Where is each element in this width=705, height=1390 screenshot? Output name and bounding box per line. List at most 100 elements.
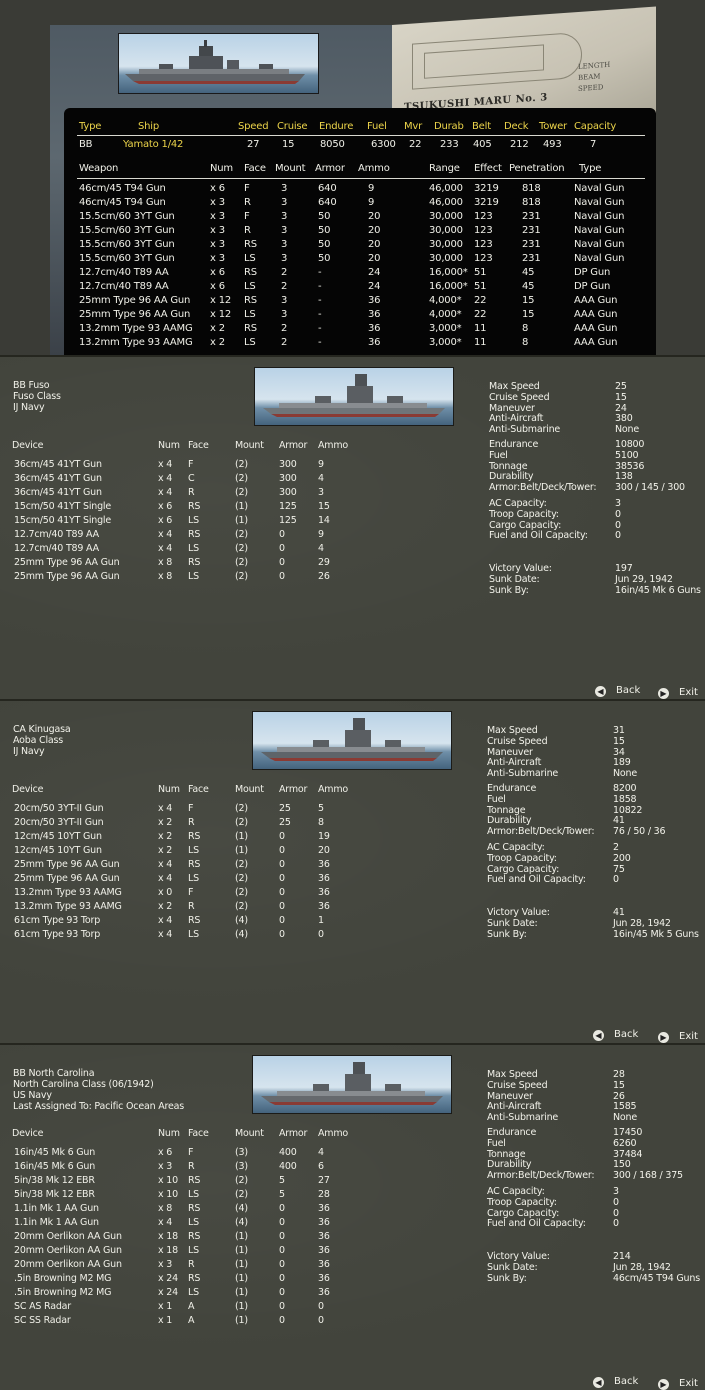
stat-label-troop-capacity: Troop Capacity: [489,508,559,520]
stat-value-anti-aircraft: 189 [613,757,631,769]
exit-button[interactable]: ▶ Exit [658,687,698,699]
back-button[interactable]: ◀ Back [595,685,640,697]
ship-summary-row: BB Yamato 1/42 27 15 8050 6300 22 233 40… [79,139,597,150]
back-arrow-icon: ◀ [593,1030,604,1041]
stat-label-ac-capacity: AC Capacity: [487,1186,545,1197]
exit-label: Exit [679,687,698,698]
stat-label-maneuver: Maneuver [489,402,535,414]
stat-label-fuel-oil-capacity: Fuel and Oil Capacity: [487,1218,586,1230]
stat-label-cruise-speed: Cruise Speed [487,735,548,747]
warship-silhouette-icon [263,374,445,417]
ship-info-line: BB Fuso [13,380,50,391]
back-label: Back [616,685,641,696]
stat-value-durability: 138 [615,471,633,483]
stat-label-durability: Durability [487,1159,532,1171]
stat-value-cruise-speed: 15 [613,1079,625,1091]
stat-label-victory-value: Victory Value: [489,563,552,574]
stat-value-troop-capacity: 200 [613,852,631,864]
stat-value-anti-aircraft: 380 [615,413,633,425]
stat-value-ac-capacity: 2 [613,842,619,853]
stat-value-tonnage: 38536 [615,460,645,472]
stat-value-armor: 76 / 50 / 36 [613,826,666,838]
ship-info: BB Fuso Fuso Class IJ Navy [13,380,61,413]
stat-label-anti-submarine: Anti-Submarine [487,1112,559,1124]
stat-value-sunk-date: Jun 28, 1942 [613,1261,671,1273]
stat-value-anti-submarine: None [613,1112,637,1124]
top-ship-sheet: TSUKUSHI MARU No. 3 LENGTH BEAM SPEED Type… [0,0,705,355]
ship-header-row: Type Ship Speed Cruise Endure Fuel Mvr D… [79,121,617,132]
ship-panel: BB North Carolina North Carolina Class (0… [0,1043,705,1390]
stat-label-cruise-speed: Cruise Speed [487,1079,548,1091]
stat-label-tonnage: Tonnage [487,1148,526,1160]
stat-label-anti-submarine: Anti-Submarine [487,768,559,780]
exit-label: Exit [679,1378,698,1389]
weapon-row: 46cm/45 T94 Gun x 6 F 3 640 9 46,000 3219 818 Nav… [79,183,625,194]
stat-label-cargo-capacity: Cargo Capacity: [487,1207,560,1219]
ship-info-line: Fuso Class [13,391,61,402]
ship-info-line: North Carolina Class (06/1942) [13,1079,154,1090]
exit-button[interactable]: ▶ Exit [658,1378,698,1390]
stat-value-anti-submarine: None [615,424,639,436]
stat-value-endurance: 17450 [613,1127,643,1138]
stat-value-endurance: 8200 [613,783,637,794]
stat-value-max-speed: 28 [613,1069,625,1080]
stat-label-anti-aircraft: Anti-Aircraft [487,757,542,769]
exit-button[interactable]: ▶ Exit [658,1031,698,1043]
stat-label-armor: Armor:Belt/Deck/Tower: [487,826,595,838]
stat-value-victory-value: 197 [615,563,633,574]
weapon-header-row: Weapon Num Face Mount Armor Ammo Range E… [79,163,602,174]
stat-value-cargo-capacity: 0 [615,519,621,531]
stat-value-fuel: 6260 [613,1137,637,1149]
stat-label-anti-aircraft: Anti-Aircraft [489,413,544,425]
ship-data-sheet: Type Ship Speed Cruise Endure Fuel Mvr D… [64,108,656,355]
stat-value-durability: 41 [613,815,625,827]
stat-value-sunk-by: 16in/45 Mk 6 Guns [615,584,701,596]
weapon-row: 25mm Type 96 AA Gun x 12 RS 3-36 4,000* 22 15 A… [79,295,618,306]
weapon-row: 13.2mm Type 93 AAMG x 2 RS 2-36 3,000* 11 8 AAA… [79,323,618,334]
back-button[interactable]: ◀ Back [593,1029,638,1041]
stat-label-troop-capacity: Troop Capacity: [487,852,557,864]
back-button[interactable]: ◀ Back [593,1376,638,1388]
stat-label-sunk-by: Sunk By: [487,928,527,940]
stat-label-armor: Armor:Belt/Deck/Tower: [487,1170,595,1182]
stat-label-fuel: Fuel [487,1137,506,1149]
stat-label-ac-capacity: AC Capacity: [487,842,545,853]
stat-value-troop-capacity: 0 [613,1196,619,1208]
stat-label-sunk-date: Sunk Date: [487,1261,538,1273]
weapon-row: 13.2mm Type 93 AAMG x 2 LS 2-36 3,000* 11 8 AAA… [79,337,618,348]
stat-value-sunk-by: 16in/45 Mk 5 Guns [613,928,699,940]
stat-label-endurance: Endurance [489,439,539,450]
stat-label-fuel-oil-capacity: Fuel and Oil Capacity: [487,874,586,886]
stat-value-fuel: 1858 [613,793,637,805]
stat-label-endurance: Endurance [487,783,537,794]
stat-label-ac-capacity: AC Capacity: [489,498,547,509]
weapon-row: 12.7cm/40 T89 AA x 6 RS 2-24 16,000* 51 45 DP G… [79,267,611,278]
stat-value-sunk-date: Jun 28, 1942 [613,917,671,929]
stat-label-sunk-by: Sunk By: [487,1272,527,1284]
yamato-thumbnail [118,33,319,94]
ship-thumbnail [252,1055,452,1114]
warship-silhouette-icon [261,718,443,761]
stat-value-anti-aircraft: 1585 [613,1101,637,1113]
exit-arrow-icon: ▶ [658,688,669,699]
stat-value-anti-submarine: None [613,768,637,780]
exit-arrow-icon: ▶ [658,1032,669,1043]
stat-label-sunk-date: Sunk Date: [489,573,540,585]
ship-info-line: Aoba Class [13,735,64,746]
ship-info-line: US Navy [13,1090,52,1101]
back-arrow-icon: ◀ [595,686,606,697]
stat-value-armor: 300 / 145 / 300 [615,482,685,494]
weapon-row: 12.7cm/40 T89 AA x 6 LS 2-24 16,000* 51 45 DP G… [79,281,611,292]
weapon-header-divider [77,178,645,179]
ship-info-line: IJ Navy [13,746,45,757]
header-divider [77,135,645,136]
stat-value-ac-capacity: 3 [615,498,621,509]
stat-value-maneuver: 24 [615,402,627,414]
weapon-row: 25mm Type 96 AA Gun x 12 LS 3-36 4,000* 22 15 A… [79,309,618,320]
stat-value-max-speed: 31 [613,725,625,736]
weapon-row: 15.5cm/60 3YT Gun x 3 R 3 50 20 30,000 123 231 Na… [79,225,625,236]
ship-thumbnail [254,367,454,426]
stat-value-maneuver: 34 [613,746,625,758]
stat-label-cruise-speed: Cruise Speed [489,391,550,403]
stat-value-sunk-by: 46cm/45 T94 Guns [613,1272,700,1284]
